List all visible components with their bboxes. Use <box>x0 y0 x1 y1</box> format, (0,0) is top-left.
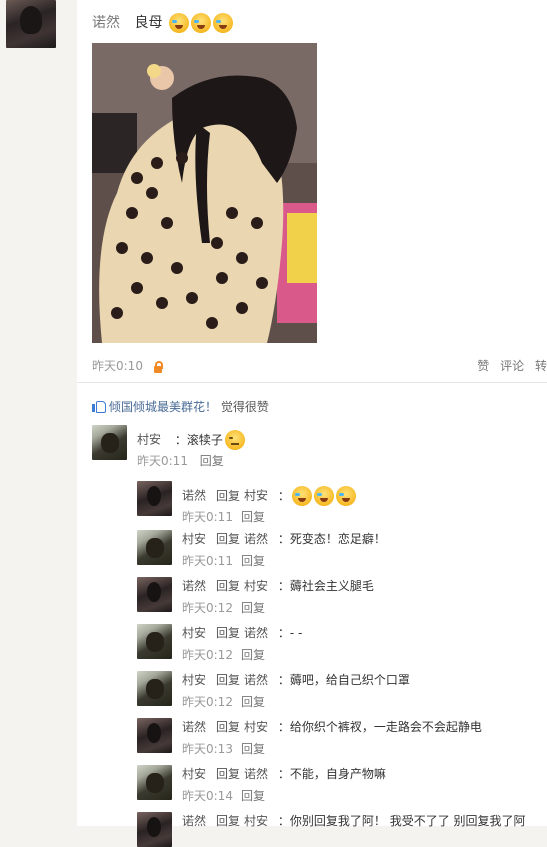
reply-link[interactable]: 回复 <box>241 554 265 568</box>
reply-avatar[interactable] <box>137 481 172 516</box>
comment-author[interactable]: 村安 <box>137 433 161 447</box>
comment-time: 昨天0:11 <box>137 454 188 468</box>
reply-from[interactable]: 诺然 <box>182 720 206 734</box>
reply-from[interactable]: 村安 <box>182 767 206 781</box>
reply-word: 回复 <box>216 488 241 503</box>
reply-avatar[interactable] <box>137 812 172 847</box>
reply-link[interactable]: 回复 <box>241 742 265 756</box>
post-author[interactable]: 诺然 <box>92 15 120 31</box>
reply-meta: 昨天0:13 回复 <box>182 740 265 757</box>
reply-item: 村安 回复 诺然 ：薅吧，给自己织个口罩 昨天0:12 回复 <box>182 671 410 709</box>
share-button[interactable]: 转 <box>535 359 547 373</box>
reply-avatar[interactable] <box>137 577 172 612</box>
reply-time: 昨天0:12 <box>182 695 233 709</box>
reply-avatar[interactable] <box>137 624 172 659</box>
reply-to[interactable]: 村安 <box>244 489 268 503</box>
reply-from[interactable]: 诺然 <box>182 579 206 593</box>
reply-text: ：给你织个裤衩，一走路会不会起静电 <box>277 720 482 734</box>
reply-avatar[interactable] <box>137 718 172 753</box>
reply-meta: 昨天0:12 回复 <box>182 599 265 616</box>
reply-to[interactable]: 诺然 <box>244 626 268 640</box>
reply-link[interactable]: 回复 <box>241 510 265 524</box>
post-photo[interactable] <box>92 43 317 343</box>
laugh-cry-emoji-icon <box>313 486 334 506</box>
reply-from[interactable]: 诺然 <box>182 489 206 503</box>
reply-word: 回复 <box>216 579 241 593</box>
laugh-cry-emoji-icon <box>190 13 211 33</box>
comment-meta: 昨天0:11 回复 <box>137 452 224 469</box>
reply-text: ：- - <box>277 626 303 640</box>
reply-item: 村安 回复 诺然 ：不能，自身产物嘛 昨天0:14 回复 <box>182 765 386 803</box>
reply-word: 回复 <box>216 673 241 687</box>
reply-link[interactable]: 回复 <box>241 648 265 662</box>
reply-item: 诺然 回复 村安 ：你别回复我了阿！ 我受不了了 别回复我了阿 <box>182 812 526 829</box>
post-card: 诺然 良母 昨天0:10 赞 评论 转 倾国倾城最美群花！ 觉得很赞 村安 ：滚… <box>77 0 547 847</box>
reply-to[interactable]: 村安 <box>244 579 268 593</box>
reply-item: 诺然 回复 村安 ：给你织个裤衩，一走路会不会起静电 昨天0:13 回复 <box>182 718 482 756</box>
reply-item: 村安 回复 诺然 ：死变态！恋足癖！ 昨天0:11 回复 <box>182 530 386 568</box>
laugh-cry-emoji-icon <box>335 486 356 506</box>
author-avatar[interactable] <box>6 0 56 48</box>
reply-link[interactable]: 回复 <box>241 695 265 709</box>
reply-item: 诺然 回复 村安 ： 昨天0:11 回复 <box>182 486 356 524</box>
reply-item: 村安 回复 诺然 ：- - 昨天0:12 回复 <box>182 624 303 662</box>
likes-suffix: 觉得很赞 <box>220 400 269 414</box>
reply-time: 昨天0:11 <box>182 554 233 568</box>
left-column <box>0 0 78 826</box>
reply-avatar[interactable] <box>137 530 172 565</box>
unamused-emoji-icon <box>224 430 245 450</box>
reply-word: 回复 <box>216 720 241 734</box>
reply-from[interactable]: 村安 <box>182 673 206 687</box>
laugh-cry-emoji-icon <box>168 13 189 33</box>
comment-reply-link[interactable]: 回复 <box>200 454 224 468</box>
reply-meta: 昨天0:12 回复 <box>182 646 265 663</box>
reply-item: 诺然 回复 村安 ：薅社会主义腿毛 昨天0:12 回复 <box>182 577 374 615</box>
reply-from[interactable]: 村安 <box>182 626 206 640</box>
reply-avatar[interactable] <box>137 671 172 706</box>
reply-time: 昨天0:13 <box>182 742 233 756</box>
reply-text: ：薅社会主义腿毛 <box>277 579 374 593</box>
reply-word: 回复 <box>216 767 241 781</box>
like-button[interactable]: 赞 <box>477 359 489 373</box>
reply-to[interactable]: 村安 <box>244 720 268 734</box>
post-time[interactable]: 昨天0:10 <box>92 359 143 373</box>
comment: 村安 ：滚犊子 昨天0:11 回复 <box>137 430 245 468</box>
reply-meta: 昨天0:12 回复 <box>182 693 265 710</box>
reply-time: 昨天0:12 <box>182 648 233 662</box>
reply-link[interactable]: 回复 <box>241 601 265 615</box>
liker-name[interactable]: 倾国倾城最美群花！ <box>109 400 217 414</box>
reply-time: 昨天0:12 <box>182 601 233 615</box>
reply-time: 昨天0:14 <box>182 789 233 803</box>
reply-to[interactable]: 诺然 <box>244 532 268 546</box>
thumbs-up-icon <box>92 400 106 413</box>
reply-to[interactable]: 诺然 <box>244 673 268 687</box>
reply-from[interactable]: 村安 <box>182 532 206 546</box>
post-header: 诺然 良母 <box>92 12 233 33</box>
reply-meta: 昨天0:14 回复 <box>182 787 265 804</box>
post-text: 良母 <box>134 15 163 31</box>
lock-icon <box>153 360 163 373</box>
comment-button[interactable]: 评论 <box>500 359 524 373</box>
reply-word: 回复 <box>216 626 241 640</box>
reply-link[interactable]: 回复 <box>241 789 265 803</box>
reply-text: ： <box>277 488 290 503</box>
post-actions: 赞 评论 转 <box>470 357 547 374</box>
likes-row: 倾国倾城最美群花！ 觉得很赞 <box>92 398 269 415</box>
post-meta: 昨天0:10 赞 评论 转 <box>92 357 547 374</box>
reply-meta: 昨天0:11 回复 <box>182 552 265 569</box>
reply-time: 昨天0:11 <box>182 510 233 524</box>
reply-text: ：不能，自身产物嘛 <box>277 767 386 781</box>
laugh-cry-emoji-icon <box>291 486 312 506</box>
reply-avatar[interactable] <box>137 765 172 800</box>
reply-word: 回复 <box>216 532 241 546</box>
reply-text: ：薅吧，给自己织个口罩 <box>277 673 410 687</box>
reply-meta: 昨天0:11 回复 <box>182 508 265 525</box>
comment-text: ：滚犊子 <box>174 432 223 447</box>
reply-to[interactable]: 诺然 <box>244 767 268 781</box>
commenter-avatar[interactable] <box>92 425 127 460</box>
divider <box>77 382 547 383</box>
reply-text: ：死变态！恋足癖！ <box>277 532 386 546</box>
laugh-cry-emoji-icon <box>212 13 233 33</box>
